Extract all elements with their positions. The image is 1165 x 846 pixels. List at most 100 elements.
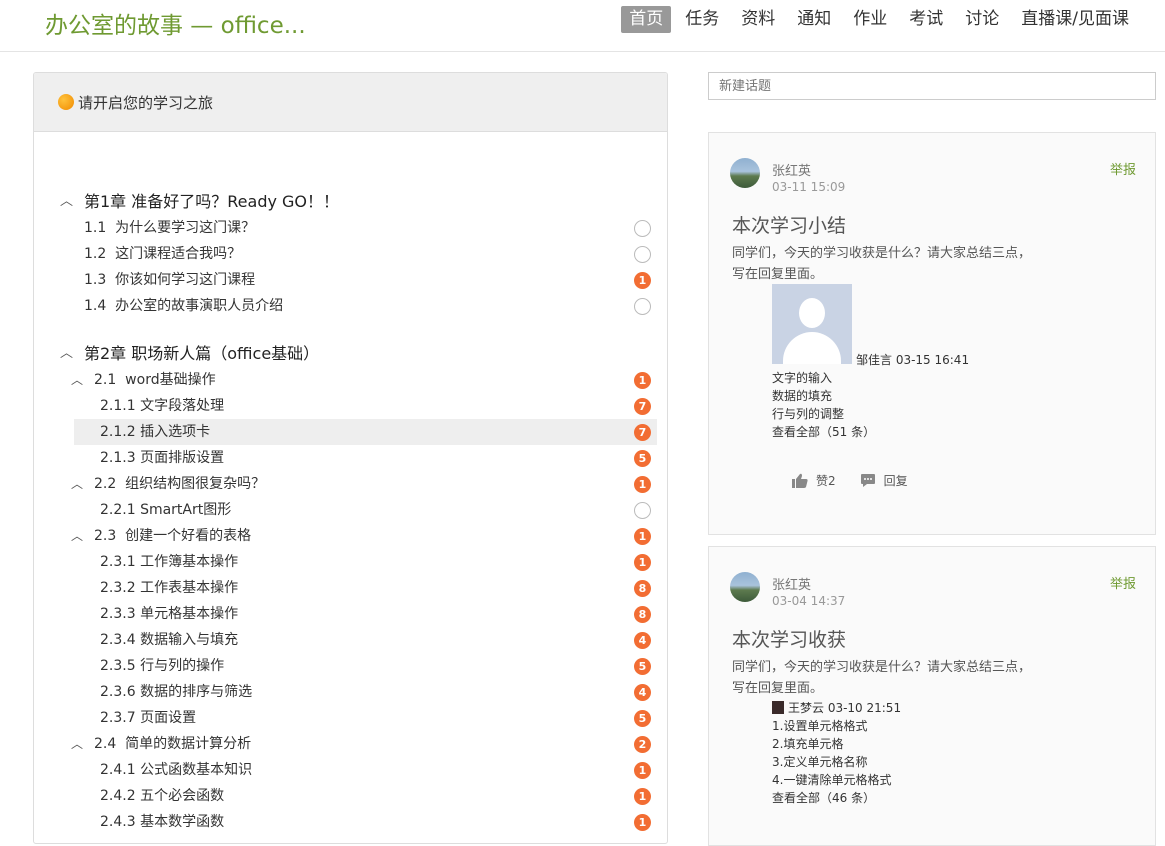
reply-author-meta-text: 王梦云 03-10 21:51	[788, 701, 902, 715]
lesson-label: 2.3.4 数据输入与填充	[100, 632, 239, 648]
lesson-row[interactable]: 1.1 为什么要学习这门课？	[34, 215, 667, 241]
count-badge: 1	[634, 272, 651, 289]
lesson-row[interactable]: 2.3.5 行与列的操作 5	[34, 653, 667, 679]
lesson-row[interactable]: 1.4 办公室的故事演职人员介绍	[34, 293, 667, 319]
post-actions: 赞2 回复	[792, 472, 932, 489]
like-button[interactable]: 赞2	[792, 472, 836, 489]
section-row[interactable]: ︿ 2.4 简单的数据计算分析 2	[34, 731, 667, 757]
lesson-row[interactable]: 2.2.1 SmartArt图形	[34, 497, 667, 523]
lesson-row[interactable]: 2.1.1 文字段落处理 7	[34, 393, 667, 419]
comment-icon	[860, 474, 875, 487]
section-label: 2.4 简单的数据计算分析	[94, 736, 252, 752]
count-badge: 1	[634, 528, 651, 545]
post-body-line: 同学们，今天的学习收获是什么？请大家总结三点，	[732, 660, 1032, 675]
orange-dot-icon	[58, 94, 74, 110]
chevron-up-icon[interactable]: ︿	[71, 471, 83, 497]
reply-content: 文字的输入 数据的填充 行与列的调整 查看全部（51 条）	[772, 369, 875, 441]
report-link[interactable]: 举报	[1110, 573, 1136, 592]
lesson-row[interactable]: 2.3.4 数据输入与填充 4	[34, 627, 667, 653]
lesson-label: 1.2 这门课程适合我吗？	[84, 246, 242, 262]
nav-materials[interactable]: 资料	[733, 6, 783, 33]
lesson-row[interactable]: 1.3 你该如何学习这门课程 1	[34, 267, 667, 293]
lesson-row-selected[interactable]: 2.1.2 插入选项卡 7	[74, 419, 657, 445]
section-row[interactable]: ︿ 2.1 word基础操作 1	[34, 367, 667, 393]
chapter-2-header[interactable]: ︿ 第2章 职场新人篇（office基础）	[34, 341, 667, 367]
count-badge: 1	[634, 554, 651, 571]
post-title[interactable]: 本次学习收获	[732, 625, 846, 652]
section-label: 2.1 word基础操作	[94, 372, 216, 388]
post-body-line: 写在回复里面。	[732, 681, 824, 696]
nav-live-classes[interactable]: 直播课/见面课	[1013, 6, 1137, 33]
count-badge: 5	[634, 710, 651, 727]
lesson-row[interactable]: 2.1.3 页面排版设置 5	[34, 445, 667, 471]
reply-button[interactable]: 回复	[860, 472, 908, 489]
lesson-row[interactable]: 2.3.7 页面设置 5	[34, 705, 667, 731]
default-avatar-icon[interactable]	[772, 284, 852, 364]
course-title[interactable]: 办公室的故事 — office...	[45, 6, 306, 40]
reply-line: 1.设置单元格格式	[772, 719, 868, 733]
discussion-card: 张红英 03-04 14:37 举报 本次学习收获 同学们，今天的学习收获是什么…	[708, 546, 1156, 846]
post-title[interactable]: 本次学习小结	[732, 211, 846, 238]
author-name[interactable]: 张红英	[772, 574, 811, 593]
avatar[interactable]	[730, 572, 760, 602]
nav-discussion[interactable]: 讨论	[957, 6, 1007, 33]
lesson-row[interactable]: 2.4.1 公式函数基本知识 1	[34, 757, 667, 783]
count-badge: 2	[634, 736, 651, 753]
chapter-1-header[interactable]: ︿ 第1章 准备好了吗？Ready GO！！	[34, 189, 667, 215]
reply-preview: 王梦云 03-10 21:51 1.设置单元格格式 2.填充单元格 3.定义单元…	[772, 699, 1072, 807]
lesson-row[interactable]: 2.3.3 单元格基本操作 8	[34, 601, 667, 627]
view-all-link[interactable]: 查看全部（46 条）	[772, 789, 1072, 807]
reply-line: 3.定义单元格名称	[772, 755, 868, 769]
nav-tasks[interactable]: 任务	[677, 6, 727, 33]
reply-line: 数据的填充	[772, 389, 833, 403]
reply-line: 2.填充单元格	[772, 737, 844, 751]
nav-exams[interactable]: 考试	[901, 6, 951, 33]
chapter-title: 第1章 准备好了吗？Ready GO！！	[84, 192, 340, 211]
lesson-row[interactable]: 2.4.2 五个必会函数 1	[34, 783, 667, 809]
lesson-label: 1.3 你该如何学习这门课程	[84, 272, 256, 288]
chevron-up-icon[interactable]: ︿	[71, 367, 83, 393]
lesson-row[interactable]: 1.2 这门课程适合我吗？	[34, 241, 667, 267]
report-link[interactable]: 举报	[1110, 159, 1136, 178]
chapter-outline: ︿ 第1章 准备好了吗？Ready GO！！ 1.1 为什么要学习这门课？ 1.…	[34, 189, 667, 835]
new-topic-input[interactable]	[708, 72, 1156, 100]
lesson-label: 2.4.3 基本数学函数	[100, 814, 225, 830]
chevron-up-icon[interactable]: ︿	[60, 189, 73, 215]
reply-author-meta: 邹佳言 03-15 16:41	[856, 353, 970, 367]
section-row[interactable]: ︿ 2.2 组织结构图很复杂吗？ 1	[34, 471, 667, 497]
lesson-label: 2.3.3 单元格基本操作	[100, 606, 239, 622]
lesson-row[interactable]: 2.3.1 工作簿基本操作 1	[34, 549, 667, 575]
lesson-label: 2.3.1 工作簿基本操作	[100, 554, 239, 570]
panel-header: 请开启您的学习之旅	[34, 73, 667, 132]
reply-author-meta: 王梦云 03-10 21:51	[772, 699, 1072, 717]
top-bar: 办公室的故事 — office... 首页 任务 资料 通知 作业 考试 讨论 …	[0, 0, 1165, 52]
lesson-label: 2.2.1 SmartArt图形	[100, 502, 232, 518]
lesson-label: 2.4.2 五个必会函数	[100, 788, 225, 804]
lesson-row[interactable]: 2.4.3 基本数学函数 1	[34, 809, 667, 835]
thumbs-up-icon	[792, 473, 808, 488]
reply-label: 回复	[883, 474, 908, 488]
nav-homework[interactable]: 作业	[845, 6, 895, 33]
lesson-row[interactable]: 2.3.6 数据的排序与筛选 4	[34, 679, 667, 705]
view-all-link[interactable]: 查看全部（51 条）	[772, 423, 875, 441]
nav-notices[interactable]: 通知	[789, 6, 839, 33]
chevron-up-icon[interactable]: ︿	[60, 341, 73, 367]
avatar[interactable]	[730, 158, 760, 188]
author-name[interactable]: 张红英	[772, 160, 811, 179]
section-row[interactable]: ︿ 2.3 创建一个好看的表格 1	[34, 523, 667, 549]
main-nav: 首页 任务 资料 通知 作业 考试 讨论 直播课/见面课	[615, 6, 1137, 33]
count-badge: 4	[634, 684, 651, 701]
lesson-label: 2.3.6 数据的排序与筛选	[100, 684, 253, 700]
user-avatar-icon[interactable]	[772, 701, 784, 714]
count-badge: 8	[634, 606, 651, 623]
post-date: 03-04 14:37	[772, 594, 846, 608]
lesson-label: 2.1.2 插入选项卡	[100, 424, 211, 440]
chevron-up-icon[interactable]: ︿	[71, 523, 83, 549]
count-badge: 1	[634, 762, 651, 779]
nav-home[interactable]: 首页	[621, 6, 672, 33]
lesson-row[interactable]: 2.3.2 工作表基本操作 8	[34, 575, 667, 601]
count-badge: 7	[634, 398, 651, 415]
post-body: 同学们，今天的学习收获是什么？请大家总结三点， 写在回复里面。	[732, 243, 1072, 285]
chevron-up-icon[interactable]: ︿	[71, 731, 83, 757]
section-label: 2.3 创建一个好看的表格	[94, 528, 252, 544]
